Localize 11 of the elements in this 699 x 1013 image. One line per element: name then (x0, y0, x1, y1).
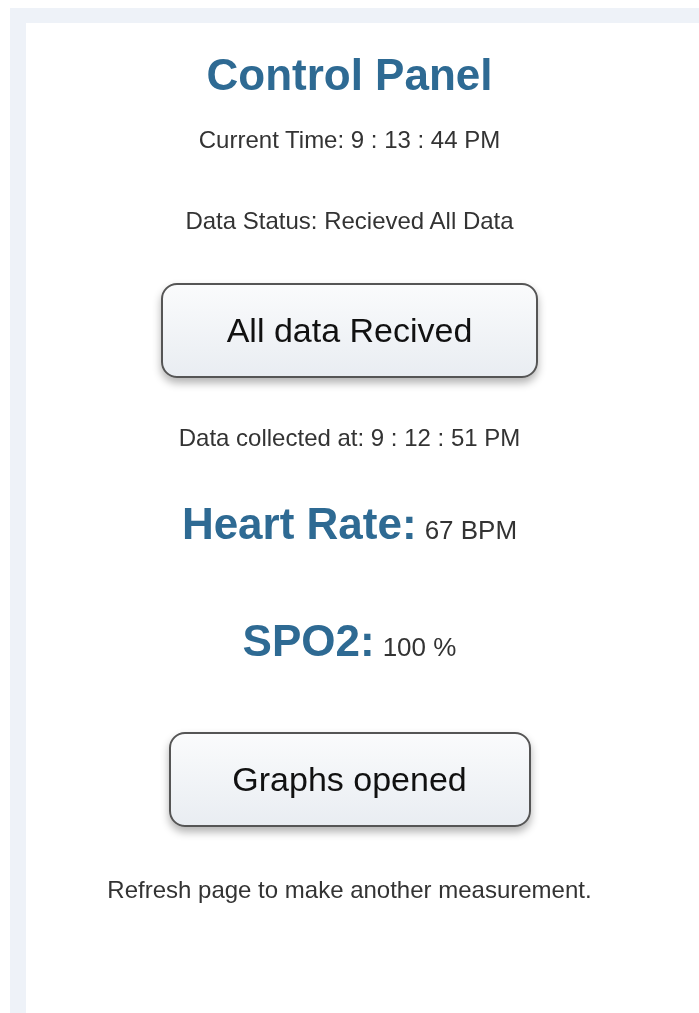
panel-title: Control Panel (206, 50, 493, 100)
refresh-note: Refresh page to make another measurement. (106, 875, 593, 905)
data-status: Data Status: Recieved All Data (185, 206, 514, 236)
data-status-button[interactable]: All data Recived (161, 283, 538, 378)
reading-value: 67 BPM (424, 515, 518, 546)
collected-time: Data collected at: 9 : 12 : 51 PM (178, 423, 521, 453)
reading-value: 100 % (382, 632, 457, 663)
graphs-button[interactable]: Graphs opened (168, 732, 531, 827)
reading-label: SPO2: (242, 616, 375, 666)
reading-label: Heart Rate: (181, 499, 417, 549)
current-time: Current Time: 9 : 13 : 44 PM (198, 125, 501, 155)
